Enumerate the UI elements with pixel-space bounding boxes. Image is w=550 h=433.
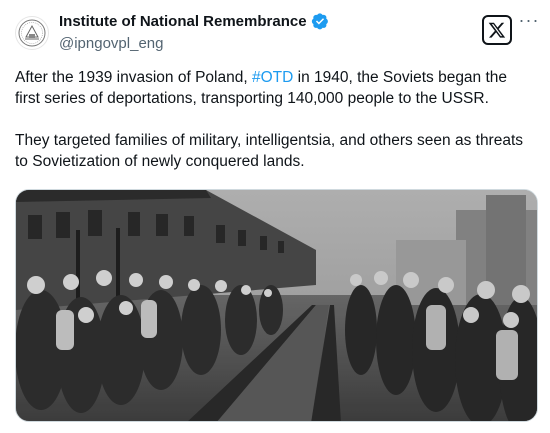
avatar[interactable] <box>15 16 49 50</box>
tweet-header: Institute of National Remembrance @ipngo… <box>0 0 550 64</box>
deportation-train-photo <box>16 190 537 421</box>
author-display-name[interactable]: Institute of National Remembrance <box>59 13 307 30</box>
tweet-paragraph-2: They targeted families of military, inte… <box>15 132 524 170</box>
author-name-row: Institute of National Remembrance <box>59 12 329 30</box>
tweet-text-segment: After the 1939 invasion of Poland, <box>15 69 252 86</box>
author-handle[interactable]: @ipngovpl_eng <box>59 35 163 52</box>
ipn-seal-logo <box>18 19 46 47</box>
x-logo-icon[interactable] <box>482 15 512 45</box>
verified-badge-icon[interactable] <box>311 12 329 30</box>
hashtag-link[interactable]: #OTD <box>252 69 293 86</box>
tweet-text: After the 1939 invasion of Poland, #OTD … <box>15 67 535 172</box>
tweet-photo[interactable] <box>15 189 538 422</box>
tweet-paragraph-1: After the 1939 invasion of Poland, #OTD … <box>15 67 535 109</box>
more-options-icon[interactable]: ··· <box>517 11 541 33</box>
